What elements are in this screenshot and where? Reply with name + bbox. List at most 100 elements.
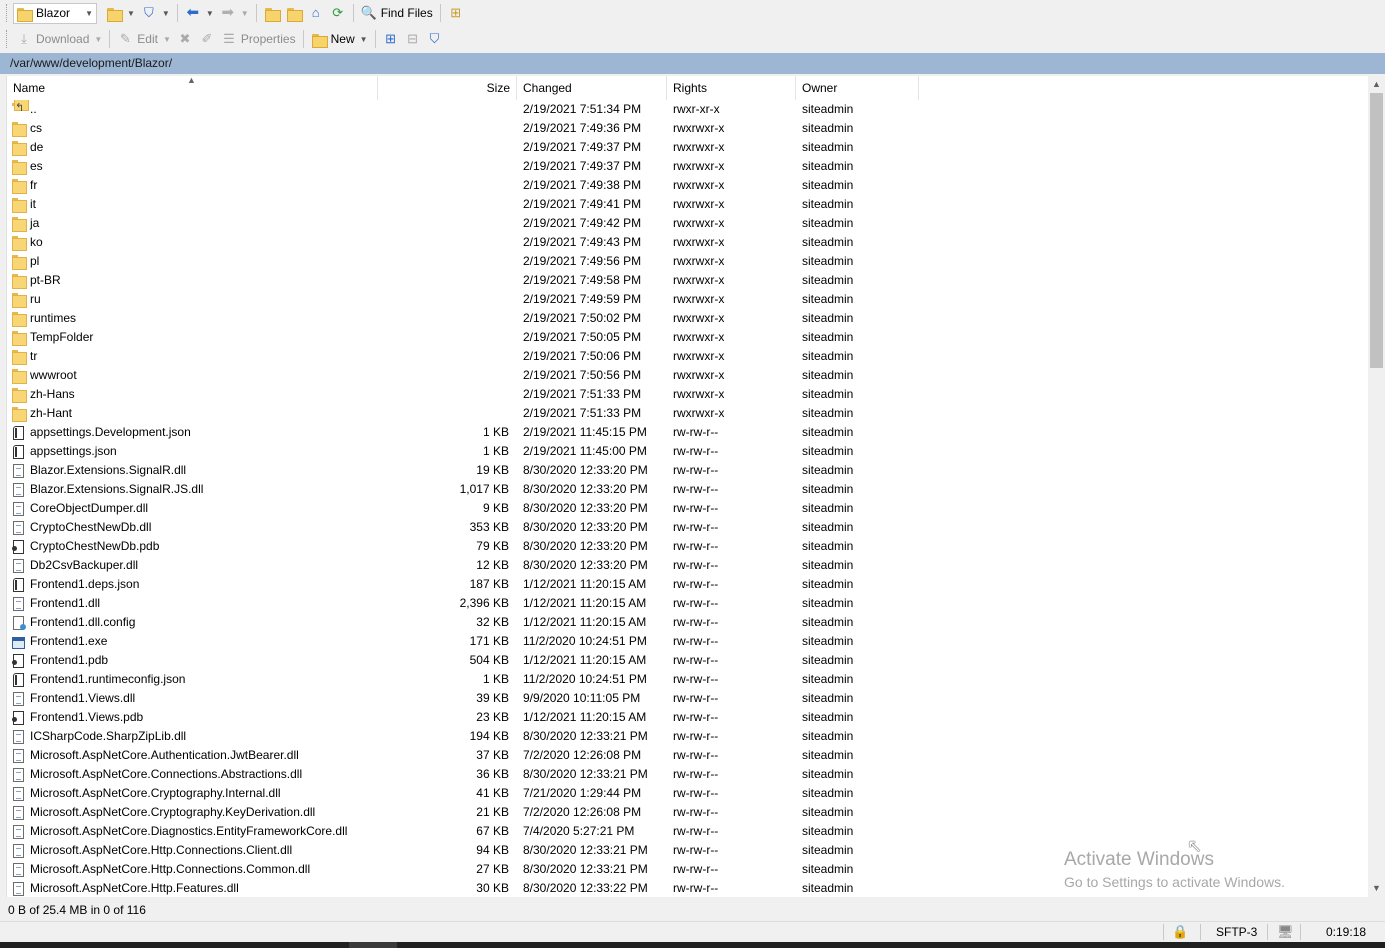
network-icon[interactable]: 🖥 [1277, 922, 1294, 942]
column-header-rights[interactable]: Rights [667, 76, 796, 100]
file-name-cell[interactable]: Microsoft.AspNetCore.Cryptography.KeyDer… [7, 803, 378, 822]
chevron-down-icon[interactable]: ▼ [241, 9, 249, 18]
column-header-owner[interactable]: Owner [796, 76, 919, 100]
file-row[interactable]: Frontend1.exe 171 KB 11/2/2020 10:24:51 PM… [7, 632, 1367, 651]
file-row[interactable]: ru 2/19/2021 7:49:59 PM rwxrwxr-x siteadmin [7, 290, 1367, 309]
file-row[interactable]: runtimes 2/19/2021 7:50:02 PM rwxrwxr-x sit… [7, 309, 1367, 328]
file-row[interactable]: pl 2/19/2021 7:49:56 PM rwxrwxr-x siteadmin [7, 252, 1367, 271]
file-name-cell[interactable]: appsettings.json [7, 442, 378, 461]
chevron-down-icon[interactable]: ▼ [162, 9, 170, 18]
scroll-thumb[interactable] [1370, 93, 1383, 368]
file-row[interactable]: wwwroot 2/19/2021 7:50:56 PM rwxrwxr-x site… [7, 366, 1367, 385]
column-header-name[interactable]: Name ▲ [7, 76, 378, 100]
root-directory-button[interactable] [283, 2, 305, 24]
download-button[interactable]: ⤓ Download ▼ [13, 28, 105, 50]
file-row[interactable]: Frontend1.Views.pdb 23 KB 1/12/2021 11:20:… [7, 708, 1367, 727]
file-row[interactable]: Blazor.Extensions.SignalR.JS.dll 1,017 KB… [7, 480, 1367, 499]
vertical-scrollbar[interactable]: ▲ ▼ [1368, 76, 1385, 897]
file-row[interactable]: pt-BR 2/19/2021 7:49:58 PM rwxrwxr-x sitead… [7, 271, 1367, 290]
new-button[interactable]: New ▼ [308, 28, 371, 50]
file-name-cell[interactable]: it [7, 195, 378, 214]
file-name-cell[interactable]: fr [7, 176, 378, 195]
file-row[interactable]: Microsoft.AspNetCore.Cryptography.Intern… [7, 784, 1367, 803]
edit-button[interactable]: ✎ Edit ▼ [114, 28, 174, 50]
file-row[interactable]: Microsoft.AspNetCore.Authentication.JwtB… [7, 746, 1367, 765]
file-name-cell[interactable]: CryptoChestNewDb.dll [7, 518, 378, 537]
find-files-button[interactable]: 🔍 Find Files [358, 2, 436, 24]
file-row[interactable]: Frontend1.pdb 504 KB 1/12/2021 11:20:15 AM… [7, 651, 1367, 670]
file-name-cell[interactable]: tr [7, 347, 378, 366]
file-name-cell[interactable]: Microsoft.AspNetCore.Diagnostics.EntityF… [7, 822, 378, 841]
file-name-cell[interactable]: ko [7, 233, 378, 252]
file-name-cell[interactable]: Microsoft.AspNetCore.Http.Features.dll [7, 879, 378, 897]
file-name-cell[interactable]: CryptoChestNewDb.pdb [7, 537, 378, 556]
file-name-cell[interactable]: Frontend1.pdb [7, 651, 378, 670]
chevron-down-icon[interactable]: ▼ [360, 35, 368, 44]
parent-directory-button[interactable] [261, 2, 283, 24]
scroll-down-icon[interactable]: ▼ [1368, 880, 1385, 897]
path-bar[interactable]: /var/www/development/Blazor/ [0, 53, 1385, 74]
file-name-cell[interactable]: ru [7, 290, 378, 309]
file-row[interactable]: zh-Hant 2/19/2021 7:51:33 PM rwxrwxr-x site… [7, 404, 1367, 423]
file-row[interactable]: TempFolder 2/19/2021 7:50:05 PM rwxrwxr-x s… [7, 328, 1367, 347]
file-row[interactable]: Microsoft.AspNetCore.Http.Connections.Co… [7, 860, 1367, 879]
file-name-cell[interactable]: Frontend1.Views.pdb [7, 708, 378, 727]
file-row[interactable]: tr 2/19/2021 7:50:06 PM rwxrwxr-x siteadmin [7, 347, 1367, 366]
file-row[interactable]: CryptoChestNewDb.dll 353 KB 8/30/2020 12:3… [7, 518, 1367, 537]
unselect-files-button[interactable]: ⊟ [402, 28, 424, 50]
file-name-cell[interactable]: zh-Hans [7, 385, 378, 404]
toolbar-grip[interactable] [6, 4, 9, 22]
file-row[interactable]: appsettings.Development.json 1 KB 2/19/202… [7, 423, 1367, 442]
file-name-cell[interactable]: Microsoft.AspNetCore.Cryptography.Intern… [7, 784, 378, 803]
select-files-button[interactable]: ⊞ [380, 28, 402, 50]
file-row[interactable]: de 2/19/2021 7:49:37 PM rwxrwxr-x siteadmin [7, 138, 1367, 157]
column-header-changed[interactable]: Changed [517, 76, 667, 100]
file-name-cell[interactable]: es [7, 157, 378, 176]
file-row[interactable]: Frontend1.Views.dll 39 KB 9/9/2020 10:11:0… [7, 689, 1367, 708]
file-row[interactable]: Frontend1.dll.config 32 KB 1/12/2021 11:20… [7, 613, 1367, 632]
forward-button[interactable]: ➡ ▼ [217, 2, 252, 24]
file-name-cell[interactable]: pl [7, 252, 378, 271]
file-row[interactable]: Db2CsvBackuper.dll 12 KB 8/30/2020 12:33:2… [7, 556, 1367, 575]
file-row[interactable]: ja 2/19/2021 7:49:42 PM rwxrwxr-x siteadmin [7, 214, 1367, 233]
file-name-cell[interactable]: ICSharpCode.SharpZipLib.dll [7, 727, 378, 746]
properties-button[interactable]: ☰ Properties [218, 28, 299, 50]
file-name-cell[interactable]: Frontend1.deps.json [7, 575, 378, 594]
file-row[interactable]: Blazor.Extensions.SignalR.dll 19 KB 8/30/2… [7, 461, 1367, 480]
chevron-down-icon[interactable]: ▼ [163, 35, 171, 44]
file-name-cell[interactable]: Frontend1.dll.config [7, 613, 378, 632]
file-name-cell[interactable]: .. [7, 100, 378, 119]
column-header-size[interactable]: Size [378, 76, 517, 100]
filter-files-button[interactable]: ⛉ [424, 28, 446, 50]
file-name-cell[interactable]: Frontend1.dll [7, 594, 378, 613]
tree-view-button[interactable]: ⊞ [445, 2, 467, 24]
file-row[interactable]: CryptoChestNewDb.pdb 79 KB 8/30/2020 12:33… [7, 537, 1367, 556]
file-row[interactable]: Microsoft.AspNetCore.Http.Features.dll 30… [7, 879, 1367, 897]
back-button[interactable]: ⬅ ▼ [182, 2, 217, 24]
file-row[interactable]: appsettings.json 1 KB 2/19/2021 11:45:00 P… [7, 442, 1367, 461]
file-name-cell[interactable]: Frontend1.Views.dll [7, 689, 378, 708]
file-name-cell[interactable]: Frontend1.runtimeconfig.json [7, 670, 378, 689]
file-name-cell[interactable]: cs [7, 119, 378, 138]
file-row[interactable]: Frontend1.dll 2,396 KB 1/12/2021 11:20:15 … [7, 594, 1367, 613]
refresh-button[interactable]: ⟳ [327, 2, 349, 24]
file-row[interactable]: cs 2/19/2021 7:49:36 PM rwxrwxr-x siteadmin [7, 119, 1367, 138]
file-list[interactable]: Name ▲ Size Changed Rights Owner .. 2/19/… [6, 76, 1385, 897]
chevron-down-icon[interactable]: ▼ [206, 9, 214, 18]
file-row[interactable]: fr 2/19/2021 7:49:38 PM rwxrwxr-x siteadmin [7, 176, 1367, 195]
file-row[interactable]: .. 2/19/2021 7:51:34 PM rwxr-xr-x siteadmin [7, 100, 1367, 119]
file-row[interactable]: ko 2/19/2021 7:49:43 PM rwxrwxr-x siteadmin [7, 233, 1367, 252]
file-name-cell[interactable]: TempFolder [7, 328, 378, 347]
file-name-cell[interactable]: pt-BR [7, 271, 378, 290]
file-row[interactable]: Microsoft.AspNetCore.Diagnostics.EntityF… [7, 822, 1367, 841]
home-directory-button[interactable]: ⌂ [305, 2, 327, 24]
file-name-cell[interactable]: zh-Hant [7, 404, 378, 423]
file-row[interactable]: Frontend1.runtimeconfig.json 1 KB 11/2/202… [7, 670, 1367, 689]
location-combo[interactable]: Blazor ▼ [13, 2, 97, 24]
file-name-cell[interactable]: Db2CsvBackuper.dll [7, 556, 378, 575]
scroll-up-icon[interactable]: ▲ [1368, 76, 1385, 93]
file-name-cell[interactable]: de [7, 138, 378, 157]
file-name-cell[interactable]: Microsoft.AspNetCore.Connections.Abstrac… [7, 765, 378, 784]
file-name-cell[interactable]: Microsoft.AspNetCore.Http.Connections.Cl… [7, 841, 378, 860]
chevron-down-icon[interactable]: ▼ [127, 9, 135, 18]
